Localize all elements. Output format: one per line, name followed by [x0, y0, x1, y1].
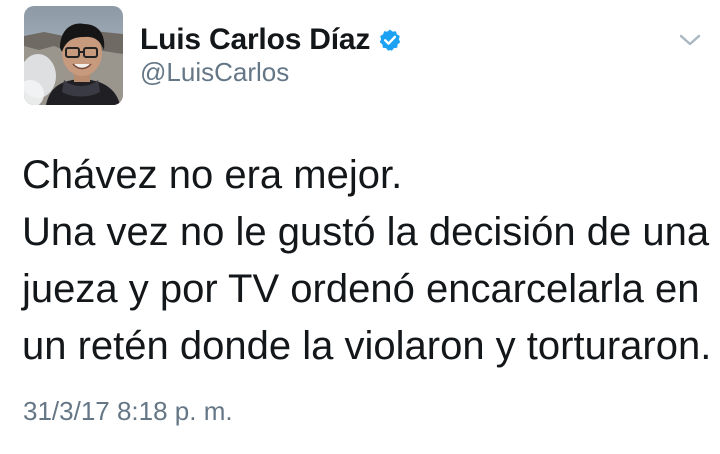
- tweet-text: Chávez no era mejor. Una vez no le gustó…: [22, 147, 712, 375]
- avatar[interactable]: [24, 6, 123, 105]
- tweet-text-line: jueza y por TV ordenó encarcelarla en: [22, 267, 700, 311]
- verified-badge-icon: [378, 28, 402, 52]
- user-handle[interactable]: @LuisCarlos: [140, 57, 289, 88]
- user-name-row[interactable]: Luis Carlos Díaz: [140, 22, 402, 58]
- chevron-down-icon[interactable]: [677, 30, 703, 50]
- display-name[interactable]: Luis Carlos Díaz: [140, 23, 370, 57]
- avatar-photo: [24, 6, 123, 105]
- tweet-text-line: Una vez no le gustó la decisión de una: [22, 210, 710, 254]
- tweet-text-line: un retén donde la violaron y torturaron.: [22, 324, 712, 368]
- tweet-card: Luis Carlos Díaz @LuisCarlos Chávez no e…: [0, 0, 720, 454]
- tweet-timestamp[interactable]: 31/3/17 8:18 p. m.: [23, 396, 233, 427]
- tweet-text-line: Chávez no era mejor.: [22, 153, 403, 197]
